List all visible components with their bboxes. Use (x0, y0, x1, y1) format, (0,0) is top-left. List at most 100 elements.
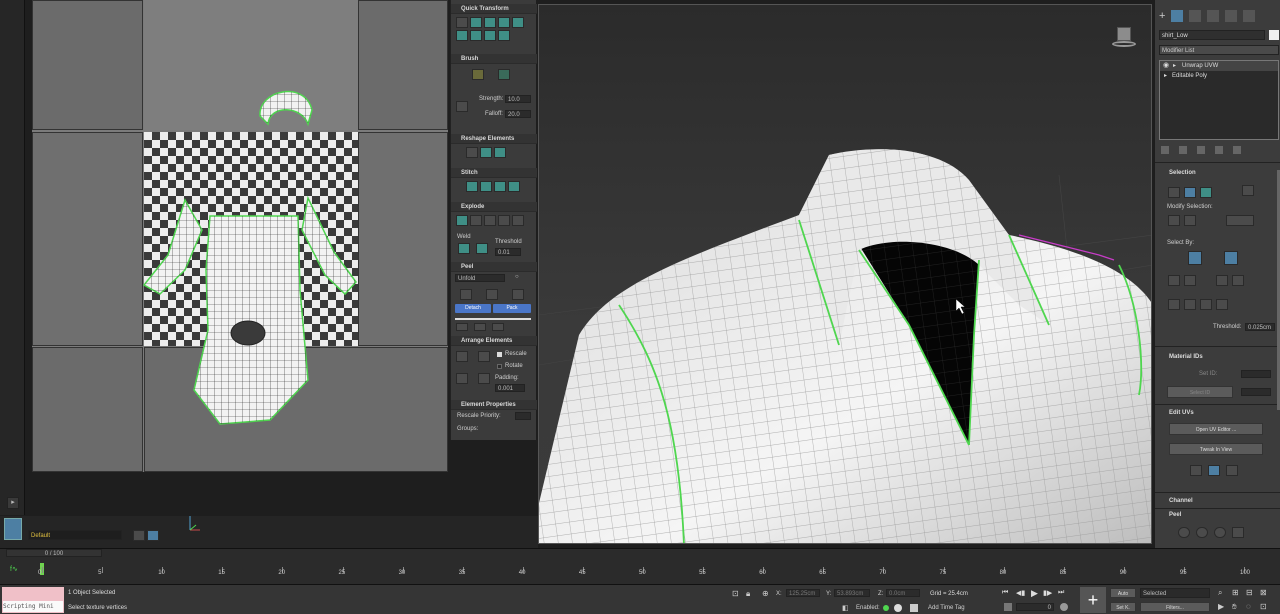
key-mode-icon[interactable] (1004, 603, 1012, 611)
explode-by-smoothing-icon[interactable] (484, 215, 496, 226)
display-tab-icon[interactable] (1225, 10, 1238, 22)
ribbon-toggle-icon[interactable]: ▸ (7, 497, 19, 509)
set-id-field[interactable] (1241, 370, 1271, 378)
goto-end-icon[interactable]: ⏭ (1058, 589, 1064, 597)
relax-sphere-icon[interactable] (480, 147, 492, 158)
section-quick-transform[interactable]: Quick Transform (451, 4, 537, 14)
layer-swatch[interactable] (4, 518, 22, 540)
stitch-average-icon[interactable] (480, 181, 492, 192)
modify-tab-icon[interactable] (1171, 10, 1184, 22)
peel-reset-icon[interactable] (486, 289, 498, 300)
play-icon[interactable]: ▶ (1031, 588, 1038, 599)
maximize-viewport-icon[interactable]: ⊡ (1260, 602, 1267, 611)
unpin-icon[interactable] (474, 323, 486, 331)
mirror-y-icon[interactable] (1200, 299, 1212, 310)
align-horizontal-icon[interactable] (456, 30, 468, 41)
peel-reset-sphere-icon[interactable] (1214, 527, 1226, 538)
explode-icon[interactable] (456, 215, 468, 226)
layer-stack-icon[interactable] (133, 530, 145, 541)
move-icon[interactable] (470, 17, 482, 28)
spacing-icon[interactable] (498, 30, 510, 41)
object-color-swatch[interactable] (1269, 30, 1279, 40)
select-option-a-icon[interactable] (1168, 275, 1180, 286)
zoom-extents-all-icon[interactable]: ⊠ (1260, 588, 1267, 597)
selection-threshold-field[interactable]: 0.025cm (1245, 323, 1275, 331)
stitch-target-icon[interactable] (494, 181, 506, 192)
perspective-viewport[interactable] (538, 4, 1152, 544)
eye-icon[interactable]: ◉ (1163, 61, 1169, 71)
expand-arrow-icon[interactable]: ▸ (1164, 71, 1167, 81)
key-filter-dropdown[interactable]: Selected (1140, 588, 1210, 598)
curve-editor-icon[interactable]: f∿ (10, 565, 18, 573)
align-icon[interactable] (456, 17, 468, 28)
adaptive-degradation-icon[interactable]: ◧ (842, 604, 849, 612)
paint-brush-icon[interactable] (1208, 465, 1220, 476)
mirror-x-icon[interactable] (1184, 299, 1196, 310)
pin-icon[interactable] (456, 323, 468, 331)
z-coord-field[interactable]: 0.0cm (886, 589, 920, 597)
pin-all-icon[interactable] (492, 323, 504, 331)
element-mode-icon[interactable] (1242, 185, 1254, 196)
edge-mode-icon[interactable] (1184, 187, 1196, 198)
rollout-channel[interactable]: Channel (1157, 496, 1193, 506)
pin-stack-icon[interactable] (1161, 146, 1169, 154)
pack-normalize-icon[interactable] (456, 351, 468, 362)
frame-counter[interactable]: 0 / 100 (6, 549, 102, 557)
peel-mode-icon[interactable] (460, 289, 472, 300)
zoom-icon[interactable]: ⌕ (1218, 588, 1222, 598)
peel-mode-sphere-icon[interactable] (1196, 527, 1208, 538)
current-frame-field[interactable]: 0 (1016, 603, 1054, 611)
viewcube-icon[interactable] (1107, 27, 1141, 49)
peel-mode-dropdown[interactable]: Unfold (455, 274, 505, 282)
padding-field[interactable]: 0.001 (495, 384, 525, 392)
pack-button[interactable]: Pack (493, 304, 531, 313)
utilities-tab-icon[interactable] (1243, 10, 1256, 22)
enabled-toggle[interactable] (883, 605, 889, 611)
flatten-settings-icon[interactable] (512, 215, 524, 226)
auto-key-button[interactable]: Auto (1110, 588, 1136, 598)
select-option-b-icon[interactable] (1184, 275, 1196, 286)
maxscript-listener[interactable]: Scripting Mini (2, 587, 64, 613)
rescale-checkbox[interactable] (497, 352, 502, 357)
rollout-selection[interactable]: Selection (1157, 168, 1196, 178)
section-explode[interactable]: Explode (451, 202, 537, 212)
fov-icon[interactable]: ▶ (1218, 602, 1224, 611)
align-vertical-icon[interactable] (484, 17, 496, 28)
timeline[interactable]: 0 / 100 f∿ 0 5 10 15 20 25 30 35 40 45 50 55 60 65 70 7… (0, 548, 1280, 584)
layer-dropdown[interactable]: Default (28, 530, 122, 540)
weld-target-icon[interactable] (476, 243, 488, 254)
stack-item-unwrap-uvw[interactable]: ◉ ▸ Unwrap UVW (1160, 61, 1278, 71)
detach-button[interactable]: Detach (455, 304, 491, 313)
flatten-icon[interactable] (498, 215, 510, 226)
prev-frame-icon[interactable]: ◀▮ (1016, 589, 1025, 597)
weld-threshold-field[interactable]: 0.01 (495, 248, 521, 256)
pin-tool-icon[interactable] (1232, 527, 1244, 538)
zoom-all-icon[interactable]: ⊞ (1232, 588, 1239, 597)
brush-paint-icon[interactable] (472, 69, 484, 80)
quick-peel-icon[interactable] (1178, 527, 1190, 538)
mirror-z-icon[interactable] (1216, 299, 1228, 310)
x-coord-field[interactable]: 125.25cm (786, 589, 820, 597)
set-key-icon[interactable]: + (1080, 587, 1106, 613)
align-center-icon[interactable] (470, 30, 482, 41)
section-reshape-elements[interactable]: Reshape Elements (451, 134, 537, 144)
absolute-mode-icon[interactable]: ⊕ (762, 589, 769, 598)
loop-selection-icon[interactable] (1226, 215, 1254, 226)
relax-settings-icon[interactable] (494, 147, 506, 158)
zoom-extents-icon[interactable]: ⊟ (1246, 588, 1253, 597)
brush-relax-icon[interactable] (498, 69, 510, 80)
orbit-icon[interactable]: ◌ (1246, 602, 1251, 611)
rollout-edit-uvs[interactable]: Edit UVs (1157, 408, 1194, 418)
peel-settings-icon[interactable]: ○ (515, 274, 519, 280)
y-coord-field[interactable]: 53.893cm (834, 589, 870, 597)
layer-explorer-icon[interactable] (147, 530, 159, 541)
explode-by-material-icon[interactable] (470, 215, 482, 226)
next-frame-icon[interactable]: ▮▶ (1043, 589, 1052, 597)
remove-modifier-icon[interactable] (1215, 146, 1223, 154)
pack-custom-icon[interactable] (478, 351, 490, 362)
select-by-element-icon[interactable] (1188, 251, 1202, 265)
rotate-cw-icon[interactable] (498, 17, 510, 28)
peel-pins-icon[interactable] (512, 289, 524, 300)
tweak-in-view-button[interactable]: Tweak In View (1169, 443, 1263, 455)
grow-selection-icon[interactable] (1168, 215, 1180, 226)
